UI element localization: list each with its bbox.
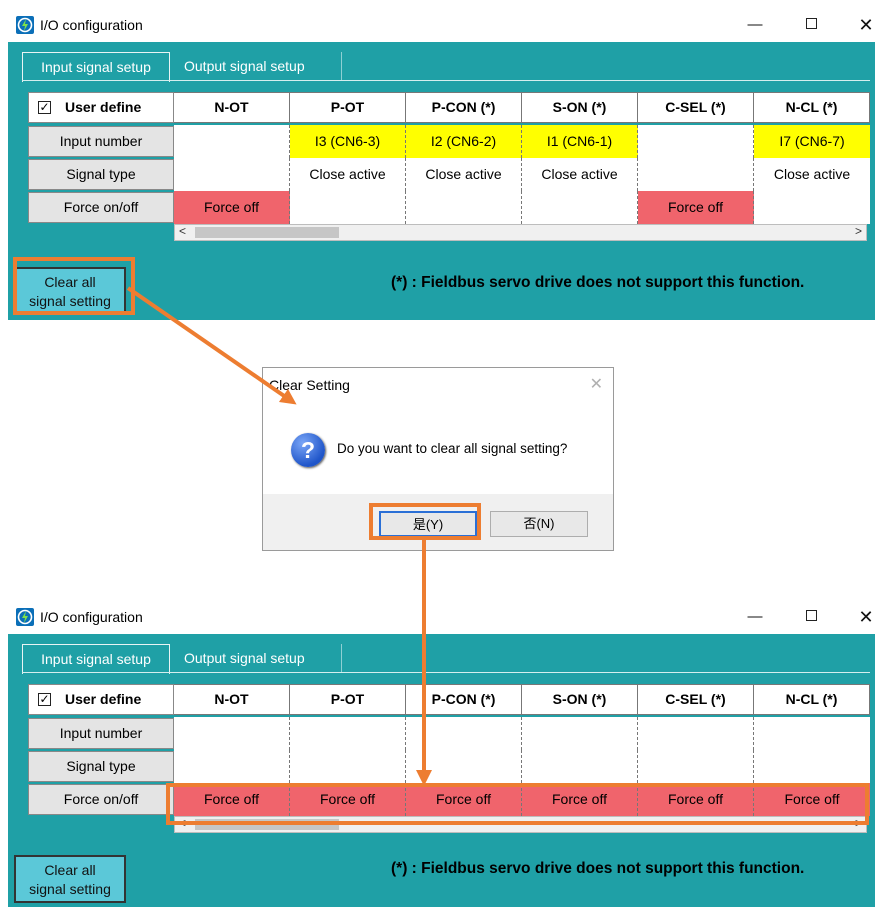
arrow-to-dialog: [126, 286, 297, 405]
flow-arrows: [126, 286, 432, 786]
